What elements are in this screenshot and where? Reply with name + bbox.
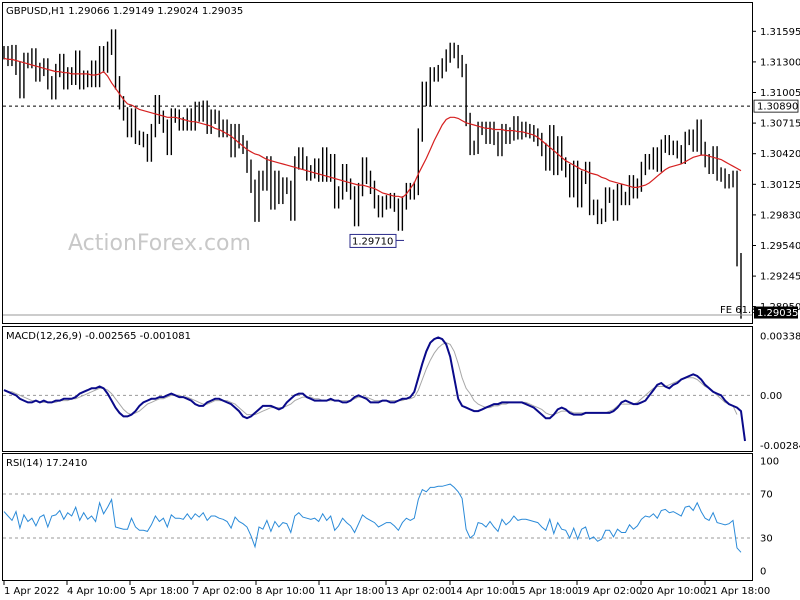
rsi-tick-label: 0	[760, 567, 766, 578]
time-tick-label: 4 Apr 10:00	[67, 586, 126, 597]
rsi-tick-label: 30	[760, 534, 773, 545]
current-price-tag: 1.29035	[757, 308, 798, 319]
rsi-tick-label: 70	[760, 490, 773, 501]
time-tick-label: 1 Apr 2022	[4, 586, 59, 597]
resistance-price-tag: 1.30890	[757, 102, 798, 113]
time-tick-label: 5 Apr 18:00	[130, 586, 189, 597]
macd-tick-label: -0.002848	[760, 441, 800, 452]
time-tick-label: 11 Apr 18:00	[319, 586, 384, 597]
time-tick-label: 7 Apr 02:00	[193, 586, 252, 597]
time-tick-label: 14 Apr 10:00	[450, 586, 515, 597]
rsi-tick-label: 100	[760, 457, 779, 468]
price-tick-label: 1.30715	[760, 119, 800, 130]
price-tick-label: 1.29245	[760, 272, 800, 283]
price-tick-label: 1.30420	[760, 149, 800, 160]
macd-tick-label: 0.003386	[760, 331, 800, 342]
price-tick-label: 1.31005	[760, 88, 800, 99]
time-tick-label: 8 Apr 10:00	[256, 586, 315, 597]
fibonacci-extension-label: FE 61.8	[720, 305, 758, 316]
price-tick-label: 1.29830	[760, 210, 800, 221]
time-tick-label: 15 Apr 18:00	[513, 586, 578, 597]
price-tick-label: 1.29540	[760, 241, 800, 252]
low-marker-label: 1.29710	[352, 236, 393, 247]
price-tick-label: 1.31595	[760, 27, 800, 38]
macd-label: MACD(12,26,9) -0.002565 -0.001081	[6, 331, 191, 342]
price-tick-label: 1.30125	[760, 180, 800, 191]
rsi-label: RSI(14) 17.2410	[6, 458, 87, 469]
time-tick-label: 21 Apr 18:00	[705, 586, 770, 597]
watermark: ActionForex.com	[68, 231, 251, 256]
price-tick-label: 1.31300	[760, 57, 800, 68]
forex-chart: ActionForex.com 1.31595 1.31300 1.31005 1.3…	[0, 0, 800, 600]
macd-tick-label: 0.00	[760, 391, 782, 402]
time-tick-label: 13 Apr 02:00	[386, 586, 451, 597]
time-tick-label: 20 Apr 10:00	[641, 586, 706, 597]
time-tick-label: 19 Apr 02:00	[577, 586, 642, 597]
chart-title: GBPUSD,H1 1.29066 1.29149 1.29024 1.2903…	[6, 6, 243, 17]
